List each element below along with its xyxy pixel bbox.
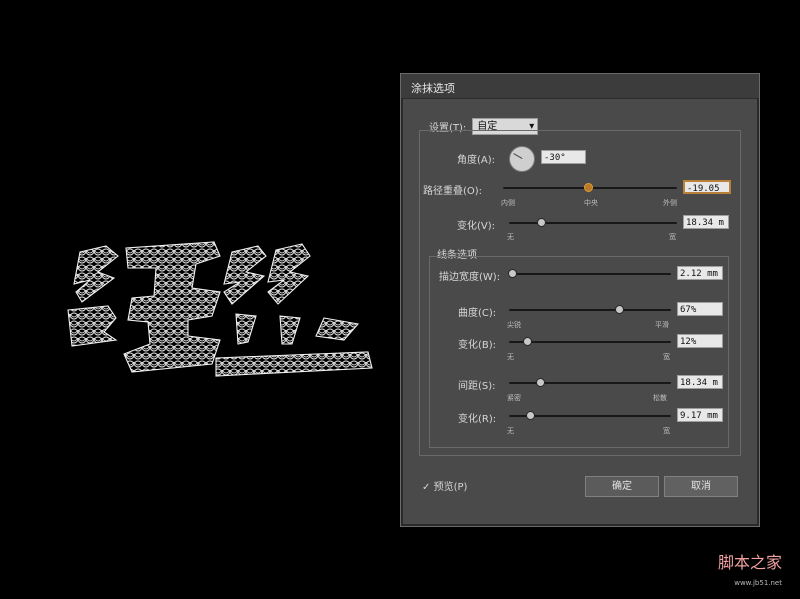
variation-input[interactable]: 18.34 m [683, 215, 729, 229]
dialog-title: 涂抹选项 [411, 82, 455, 95]
stroke-width-input[interactable]: 2.12 mm [677, 266, 723, 280]
curviness-max: 平滑 [655, 321, 669, 329]
spacing-label: 间距(S): [458, 381, 496, 392]
curviness-label: 曲度(C): [458, 308, 497, 319]
preview-label: 预览(P) [433, 482, 468, 493]
path-overlap-label: 路径重叠(O): [423, 186, 483, 197]
ok-button[interactable]: 确定 [585, 476, 659, 497]
spacing-min: 紧密 [507, 394, 521, 402]
variation-min: 无 [507, 233, 514, 241]
angle-dial-icon[interactable] [509, 146, 535, 172]
cancel-button[interactable]: 取消 [664, 476, 738, 497]
spacing-thumb[interactable] [535, 378, 545, 387]
path-overlap-mid: 中央 [584, 199, 598, 207]
variation-b-min: 无 [507, 353, 514, 361]
path-overlap-max: 外侧 [663, 199, 677, 207]
variation-thumb[interactable] [536, 218, 546, 227]
spacing-slider[interactable] [509, 382, 671, 384]
scribble-art-svg [67, 241, 373, 377]
stroke-width-slider[interactable] [509, 273, 671, 275]
angle-input[interactable]: -30° [541, 150, 586, 164]
variation-r-label: 变化(R): [458, 414, 497, 425]
variation-r-min: 无 [507, 427, 514, 435]
variation-b-slider[interactable] [509, 341, 671, 343]
watermark-line1: 脚本之家 [717, 553, 782, 572]
variation-b-max: 宽 [663, 353, 670, 361]
path-overlap-min: 内侧 [501, 199, 515, 207]
variation-b-thumb[interactable] [522, 337, 532, 346]
checkmark-icon: ✓ [422, 482, 431, 493]
variation-r-thumb[interactable] [526, 411, 536, 420]
curviness-input[interactable]: 67% [677, 302, 723, 316]
scribble-text-art [62, 232, 382, 392]
variation-r-max: 宽 [663, 427, 670, 435]
variation-b-input[interactable]: 12% [677, 334, 723, 348]
watermark-line2: www.jb51.net [734, 579, 782, 587]
preview-checkbox[interactable]: ✓ 预览(P) [422, 478, 467, 493]
variation-label: 变化(V): [457, 221, 496, 232]
variation-r-input[interactable]: 9.17 mm [677, 408, 723, 422]
variation-slider[interactable] [509, 222, 677, 224]
scribble-options-dialog: 涂抹选项 设置(T): 自定 角度(A): -30° 路径重叠(O): -19.… [400, 73, 760, 527]
variation-b-label: 变化(B): [458, 340, 497, 351]
watermark: 脚本之家 www.jb51.net [684, 551, 792, 591]
path-overlap-input[interactable]: -19.05 [683, 180, 731, 194]
spacing-max: 松散 [653, 394, 667, 402]
spacing-input[interactable]: 18.34 m [677, 375, 723, 389]
angle-label: 角度(A): [457, 155, 496, 166]
variation-max: 宽 [669, 233, 676, 241]
curviness-slider[interactable] [509, 309, 671, 311]
stroke-width-label: 描边宽度(W): [439, 272, 501, 283]
curviness-min: 尖锐 [507, 321, 521, 329]
